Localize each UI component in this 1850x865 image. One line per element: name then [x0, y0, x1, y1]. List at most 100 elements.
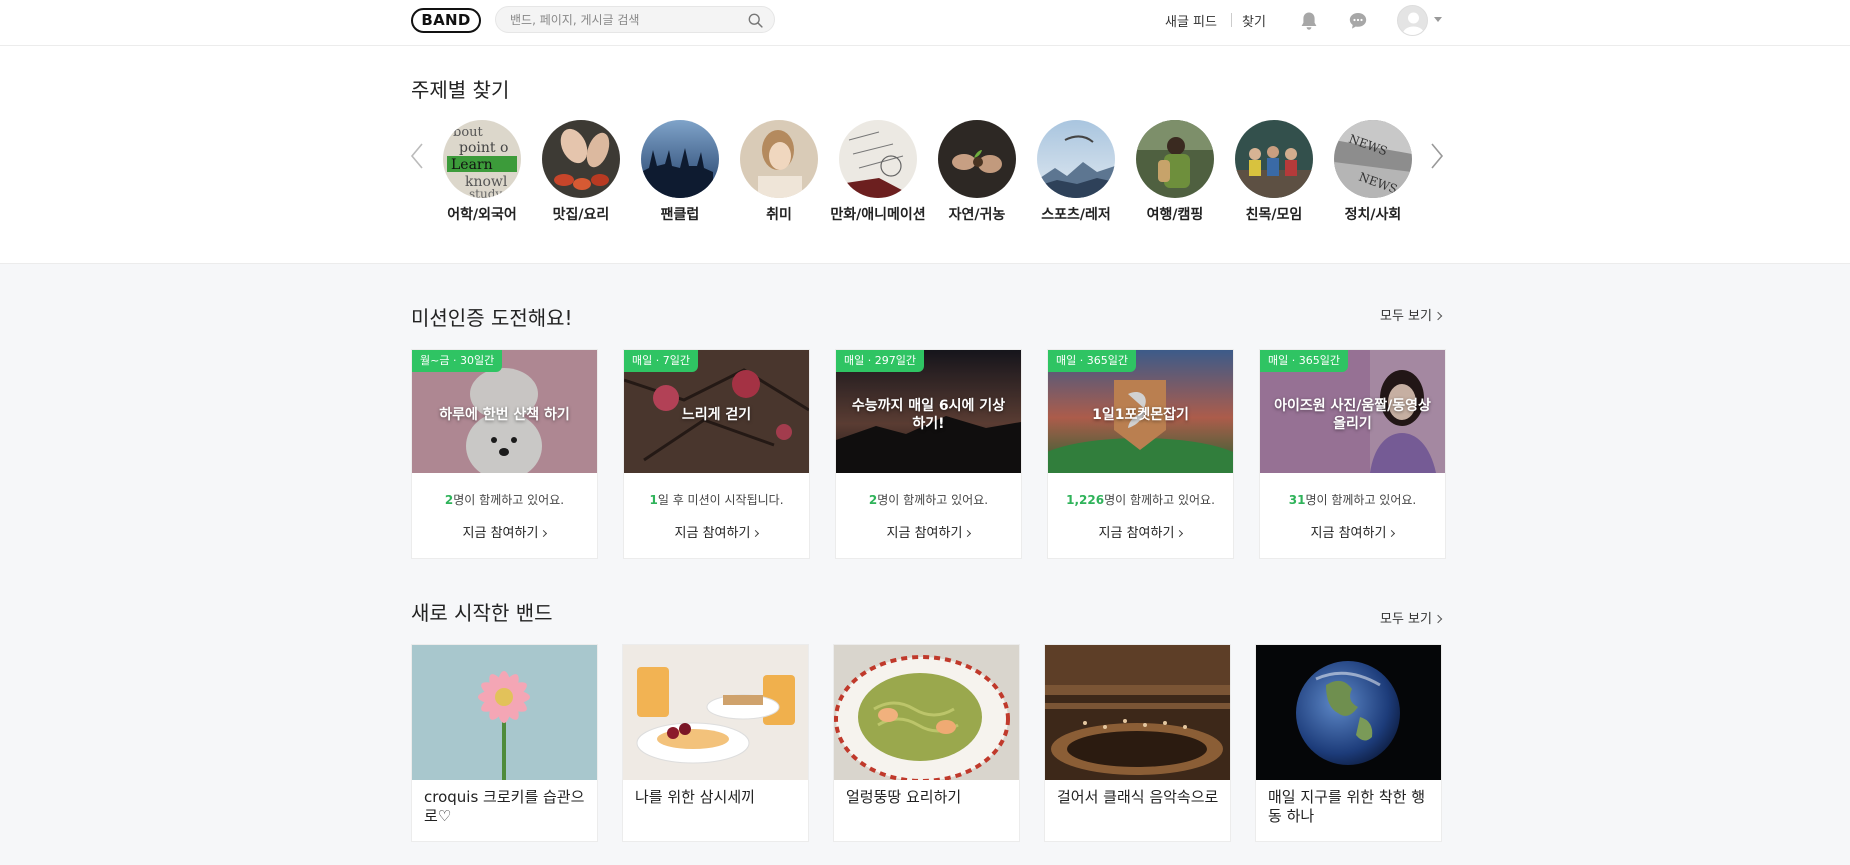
- band-card[interactable]: 매일 지구를 위한 착한 행동 하나: [1255, 644, 1442, 842]
- topic-image: [740, 120, 818, 198]
- topic-nature[interactable]: 자연/귀농: [927, 120, 1027, 224]
- topic-browser: 주제별 찾기 bout point o Learn knowl study 어학…: [0, 46, 1850, 264]
- topic-label: 스포츠/레저: [1041, 207, 1111, 223]
- chevron-right-icon: [1176, 529, 1184, 538]
- topic-sports[interactable]: 스포츠/레저: [1026, 120, 1126, 224]
- join-mission-button[interactable]: 지금 참여하기: [1260, 522, 1445, 541]
- new-bands-see-all-link[interactable]: 모두 보기: [1380, 608, 1443, 627]
- topic-comics[interactable]: 만화/애니메이션: [828, 120, 928, 224]
- topic-language[interactable]: bout point o Learn knowl study 어학/외국어: [432, 120, 532, 224]
- band-name: croquis 크로키를 습관으로♡: [424, 788, 585, 825]
- svg-text:bout: bout: [453, 125, 484, 140]
- mission-status-text: 명이 함께하고 있어요.: [1305, 493, 1417, 507]
- mission-count: 2: [868, 493, 878, 507]
- band-name: 얼렁뚱땅 요리하기: [846, 788, 962, 806]
- topic-social[interactable]: 친목/모임: [1224, 120, 1324, 224]
- mission-card[interactable]: 매일 · 297일간 수능까지 매일 6시에 기상하기! 2명이 함께하고 있어…: [835, 349, 1022, 559]
- mission-status-text: 일 후 미션이 시작됩니다.: [657, 493, 784, 507]
- topic-label: 정치/사회: [1344, 207, 1402, 223]
- missions-see-all-link[interactable]: 모두 보기: [1380, 305, 1443, 324]
- topics-title: 주제별 찾기: [411, 78, 510, 102]
- mission-status: 31명이 함께하고 있어요.: [1260, 491, 1445, 508]
- band-name: 걸어서 클래식 음악속으로: [1057, 788, 1219, 806]
- svg-text:point o: point o: [459, 140, 508, 156]
- search-icon[interactable]: [747, 12, 764, 29]
- topic-hobby[interactable]: 취미: [729, 120, 829, 224]
- search-input[interactable]: [510, 11, 735, 29]
- chevron-right-icon: [964, 529, 972, 538]
- top-header: BAND 새글 피드 찾기: [0, 0, 1850, 46]
- band-card[interactable]: 걸어서 클래식 음악속으로: [1044, 644, 1231, 842]
- mission-status: 1,226명이 함께하고 있어요.: [1048, 491, 1233, 508]
- mission-period-badge: 매일 · 365일간: [1048, 350, 1136, 372]
- new-feed-link[interactable]: 새글 피드: [1165, 11, 1217, 30]
- topic-image: [938, 120, 1016, 198]
- join-label: 지금 참여하기: [674, 526, 751, 541]
- join-label: 지금 참여하기: [462, 526, 539, 541]
- topic-label: 자연/귀농: [948, 207, 1006, 223]
- topic-travel[interactable]: 여행/캠핑: [1125, 120, 1225, 224]
- mission-card[interactable]: 매일 · 365일간 1일1포켓몬잡기 1,226명이 함께하고 있어요. 지금…: [1047, 349, 1234, 559]
- mission-status-text: 명이 함께하고 있어요.: [1104, 493, 1215, 507]
- svg-text:Learn: Learn: [451, 157, 493, 173]
- user-icon: [1402, 12, 1425, 35]
- mission-status: 2명이 함께하고 있어요.: [836, 491, 1021, 508]
- topic-image: [641, 120, 719, 198]
- mission-period-badge: 월~금 · 30일간: [412, 350, 503, 372]
- chevron-right-icon: [540, 529, 548, 538]
- band-name: 나를 위한 삼시세끼: [635, 788, 755, 806]
- profile-avatar[interactable]: [1397, 5, 1428, 36]
- mission-card[interactable]: 매일 · 365일간 아이즈원 사진/움짤/동영상 올리기 31명이 함께하고 …: [1259, 349, 1446, 559]
- mission-status: 2명이 함께하고 있어요.: [412, 491, 597, 508]
- find-link[interactable]: 찾기: [1242, 11, 1266, 30]
- band-cover-image: [1256, 645, 1441, 780]
- search-box[interactable]: [495, 6, 775, 33]
- mission-card[interactable]: 매일 · 7일간 느리게 걷기 1일 후 미션이 시작됩니다. 지금 참여하기: [623, 349, 810, 559]
- mission-period-badge: 매일 · 7일간: [624, 350, 698, 372]
- band-logo[interactable]: BAND: [411, 8, 481, 33]
- band-cover-image: [412, 645, 597, 780]
- mission-count: 1: [649, 493, 658, 507]
- topic-fanclub[interactable]: 팬클럽: [630, 120, 730, 224]
- join-mission-button[interactable]: 지금 참여하기: [624, 522, 809, 541]
- chevron-left-icon[interactable]: [410, 142, 424, 170]
- topic-label: 맛집/요리: [552, 207, 610, 223]
- topic-image: [1136, 120, 1214, 198]
- bell-icon[interactable]: [1298, 10, 1320, 32]
- topic-image: [542, 120, 620, 198]
- topic-politics[interactable]: NEWS NEWS 정치/사회: [1323, 120, 1423, 224]
- join-mission-button[interactable]: 지금 참여하기: [412, 522, 597, 541]
- topic-image: [839, 120, 917, 198]
- topic-label: 팬클럽: [660, 207, 700, 223]
- mission-period-badge: 매일 · 365일간: [1260, 350, 1348, 372]
- mission-title: 수능까지 매일 6시에 기상하기!: [851, 398, 1006, 432]
- mission-card[interactable]: 월~금 · 30일간 하루에 한번 산책 하기 2명이 함께하고 있어요. 지금…: [411, 349, 598, 559]
- topic-label: 취미: [766, 207, 792, 223]
- topic-image: NEWS NEWS: [1334, 120, 1412, 198]
- topic-food[interactable]: 맛집/요리: [531, 120, 631, 224]
- topic-image: [1235, 120, 1313, 198]
- chevron-right-icon[interactable]: [1430, 142, 1444, 170]
- mission-status-text: 명이 함께하고 있어요.: [877, 493, 989, 507]
- join-label: 지금 참여하기: [1310, 526, 1387, 541]
- profile-menu-caret-icon[interactable]: [1434, 17, 1442, 22]
- topic-label: 친목/모임: [1245, 207, 1303, 223]
- topic-image: bout point o Learn knowl study: [443, 120, 521, 198]
- band-name: 매일 지구를 위한 착한 행동 하나: [1268, 788, 1426, 825]
- mission-title: 느리게 걷기: [681, 407, 752, 423]
- band-card[interactable]: croquis 크로키를 습관으로♡: [411, 644, 598, 842]
- chat-icon[interactable]: [1347, 10, 1369, 32]
- join-mission-button[interactable]: 지금 참여하기: [1048, 522, 1233, 541]
- chevron-right-icon: [752, 529, 760, 538]
- topic-label: 만화/애니메이션: [830, 207, 926, 223]
- band-card[interactable]: 얼렁뚱땅 요리하기: [833, 644, 1020, 842]
- mission-status: 1일 후 미션이 시작됩니다.: [624, 491, 809, 508]
- join-mission-button[interactable]: 지금 참여하기: [836, 522, 1021, 541]
- mission-count: 31: [1288, 493, 1306, 507]
- band-card[interactable]: 나를 위한 삼시세끼: [622, 644, 809, 842]
- mission-period-badge: 매일 · 297일간: [836, 350, 924, 372]
- band-cover-image: [623, 645, 808, 780]
- band-cover-image: [1045, 645, 1230, 780]
- join-label: 지금 참여하기: [1098, 526, 1175, 541]
- see-all-label: 모두 보기: [1380, 309, 1432, 324]
